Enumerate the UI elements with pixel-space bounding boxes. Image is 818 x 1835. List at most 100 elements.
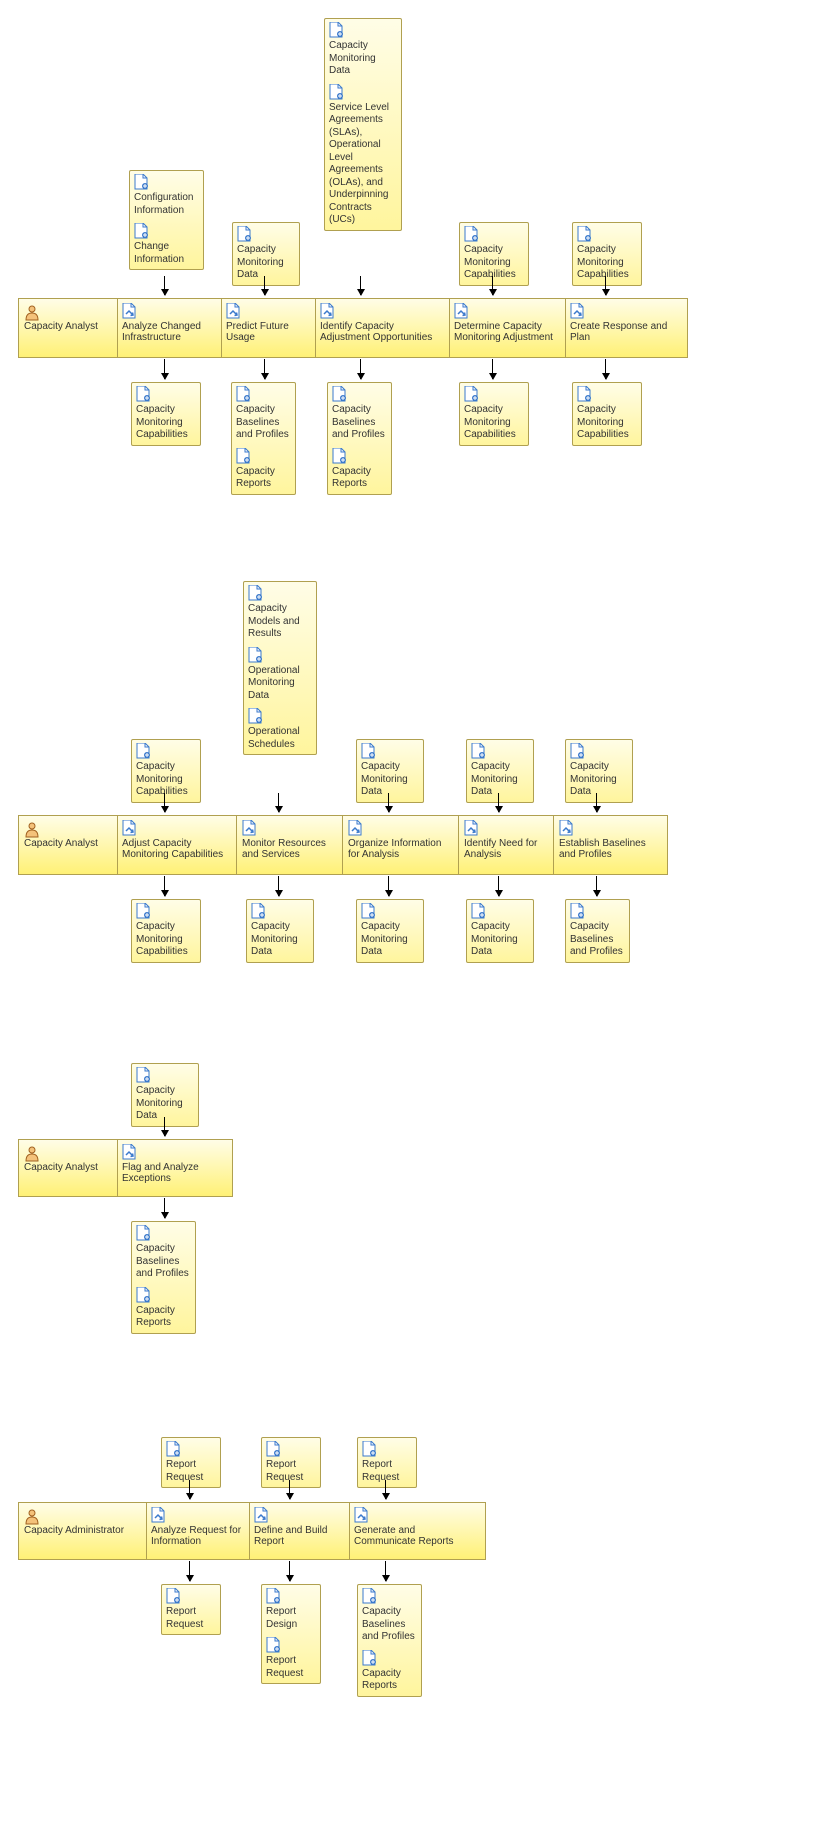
input-label: Capacity Monitoring Capabilities [464, 244, 516, 280]
document-icon [248, 708, 312, 724]
task[interactable]: Monitor Resources and Services [238, 817, 338, 863]
output-label: Report Design [266, 1606, 297, 1630]
document-icon [136, 903, 196, 919]
task[interactable]: Create Response and Plan [566, 300, 676, 346]
task-label: Define and Build Report [254, 1525, 327, 1547]
output-label: Capacity Reports [136, 1305, 175, 1329]
task-icon [348, 820, 450, 836]
task[interactable]: Analyze Request for Information [147, 1504, 247, 1550]
task-icon [559, 820, 656, 836]
document-icon [166, 1588, 216, 1604]
output-box: Capacity Monitoring Data [246, 899, 314, 963]
document-icon [136, 743, 196, 759]
task[interactable]: Adjust Capacity Monitoring Capabilities [118, 817, 233, 863]
input-box: Report Request [357, 1437, 417, 1488]
task-icon [122, 303, 214, 319]
input-label: Configuration Information [134, 192, 193, 216]
document-icon [134, 223, 199, 239]
task[interactable]: Generate and Communicate Reports [350, 1504, 475, 1550]
input-label: Operational Monitoring Data [248, 665, 300, 701]
output-box: Report Design Report Request [261, 1584, 321, 1684]
input-label: Capacity Monitoring Data [329, 40, 376, 76]
output-box: Capacity Baselines and Profiles Capacity… [327, 382, 392, 495]
input-label: Capacity Monitoring Data [570, 761, 617, 797]
task-icon [226, 303, 308, 319]
document-icon [361, 903, 419, 919]
task[interactable]: Establish Baselines and Profiles [555, 817, 660, 863]
task[interactable]: Organize Information for Analysis [344, 817, 454, 863]
output-box: Capacity Baselines and Profiles Capacity… [231, 382, 296, 495]
input-label: Capacity Monitoring Capabilities [577, 244, 629, 280]
document-icon [136, 1225, 191, 1241]
task-icon [454, 303, 561, 319]
person-icon [24, 1509, 40, 1525]
input-box: Capacity Monitoring Data [232, 222, 300, 286]
output-label: Capacity Reports [362, 1668, 401, 1692]
document-icon [471, 743, 529, 759]
output-label: Capacity Monitoring Data [471, 921, 518, 957]
task[interactable]: Identify Capacity Adjustment Opportuniti… [316, 300, 446, 346]
input-label: Report Request [266, 1459, 303, 1483]
task-icon [354, 1507, 471, 1523]
document-icon [236, 448, 291, 464]
task[interactable]: Predict Future Usage [222, 300, 312, 346]
input-label: Capacity Monitoring Data [136, 1085, 183, 1121]
document-icon [464, 386, 524, 402]
output-box: Capacity Monitoring Data [466, 899, 534, 963]
lane-role: Capacity Analyst [20, 819, 123, 852]
output-label: Capacity Monitoring Capabilities [136, 404, 188, 440]
task-label: Establish Baselines and Profiles [559, 838, 646, 860]
output-label: Capacity Monitoring Capabilities [464, 404, 516, 440]
task-label: Identify Capacity Adjustment Opportuniti… [320, 321, 432, 343]
task-label: Determine Capacity Monitoring Adjustment [454, 321, 553, 343]
document-icon [136, 1287, 191, 1303]
input-label: Service Level Agreements (SLAs), Operati… [329, 102, 389, 226]
task[interactable]: Determine Capacity Monitoring Adjustment [450, 300, 565, 346]
output-box: Capacity Monitoring Capabilities [572, 382, 642, 446]
person-icon [24, 822, 40, 838]
task-icon [464, 820, 546, 836]
output-label: Capacity Baselines and Profiles [570, 921, 623, 957]
input-box: Capacity Models and Results Operational … [243, 581, 317, 755]
document-icon [362, 1441, 412, 1457]
input-box: Capacity Monitoring Capabilities [572, 222, 642, 286]
task[interactable]: Define and Build Report [250, 1504, 345, 1550]
document-icon [248, 647, 312, 663]
input-box: Configuration Information Change Informa… [129, 170, 204, 270]
output-label: Capacity Monitoring Capabilities [136, 921, 188, 957]
lane-role: Capacity Administrator [20, 1506, 148, 1539]
input-label: Report Request [166, 1459, 203, 1483]
input-label: Capacity Models and Results [248, 603, 300, 639]
input-box: Capacity Monitoring Data Service Level A… [324, 18, 402, 231]
input-box: Capacity Monitoring Data [356, 739, 424, 803]
document-icon [237, 226, 295, 242]
document-icon [329, 84, 397, 100]
document-icon [266, 1441, 316, 1457]
document-icon [570, 903, 625, 919]
task-icon [151, 1507, 243, 1523]
input-label: Capacity Monitoring Capabilities [136, 761, 188, 797]
task-label: Adjust Capacity Monitoring Capabilities [122, 838, 223, 860]
task[interactable]: Analyze Changed Infrastructure [118, 300, 218, 346]
task[interactable]: Flag and Analyze Exceptions [118, 1141, 223, 1187]
document-icon [332, 448, 387, 464]
role-text: Capacity Administrator [24, 1525, 124, 1536]
document-icon [362, 1588, 417, 1604]
document-icon [471, 903, 529, 919]
document-icon [464, 226, 524, 242]
task[interactable]: Identify Need for Analysis [460, 817, 550, 863]
document-icon [577, 226, 637, 242]
output-label: Capacity Baselines and Profiles [136, 1243, 189, 1279]
role-text: Capacity Analyst [24, 1162, 98, 1173]
output-label: Capacity Monitoring Capabilities [577, 404, 629, 440]
input-box: Capacity Monitoring Data [466, 739, 534, 803]
document-icon [361, 743, 419, 759]
output-box: Capacity Baselines and Profiles [565, 899, 630, 963]
document-icon [362, 1650, 417, 1666]
document-icon [332, 386, 387, 402]
task-label: Monitor Resources and Services [242, 838, 326, 860]
output-box: Capacity Monitoring Capabilities [459, 382, 529, 446]
input-box: Capacity Monitoring Capabilities [459, 222, 529, 286]
task-label: Create Response and Plan [570, 321, 667, 343]
document-icon [266, 1637, 316, 1653]
